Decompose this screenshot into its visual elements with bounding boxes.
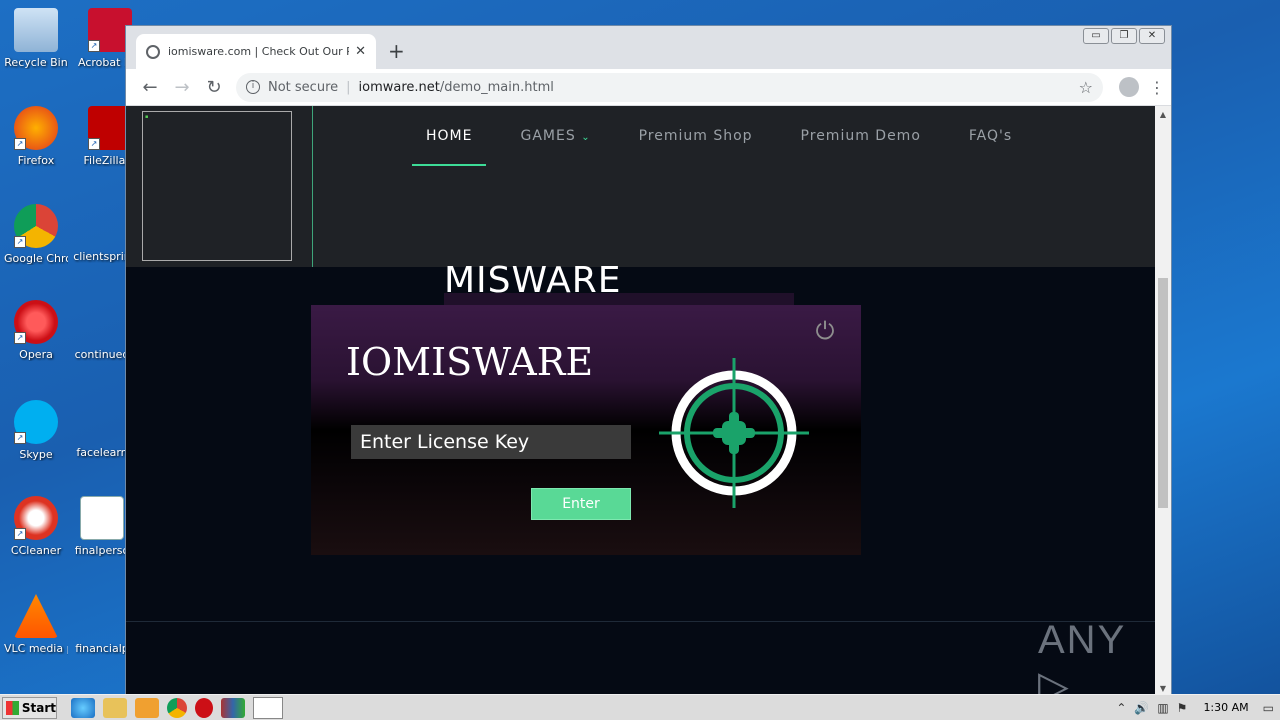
desktop-icon-label: Opera xyxy=(19,348,53,361)
recycle-bin-icon xyxy=(14,8,58,52)
menu-dots-icon[interactable]: ⋮ xyxy=(1149,78,1165,97)
vlc-icon xyxy=(14,594,58,638)
desktop-icon-recycle-bin[interactable]: Recycle Bin xyxy=(4,8,68,69)
url-host: iomware.net xyxy=(358,79,440,95)
site-logo-broken-image[interactable]: ▪ xyxy=(142,111,292,261)
desktop-icon-label: Google Chrome xyxy=(4,252,68,265)
chrome-icon: ↗ xyxy=(14,204,58,248)
info-icon[interactable]: i xyxy=(246,80,260,94)
scrollbar-thumb[interactable] xyxy=(1158,278,1168,508)
desktop-icon-label: CCleaner xyxy=(10,544,62,557)
desktop-icon-skype[interactable]: ↗ Skype xyxy=(4,400,68,461)
file-explorer-icon[interactable] xyxy=(103,697,127,718)
nav-faq[interactable]: FAQ's xyxy=(969,128,1012,144)
start-button[interactable]: Start xyxy=(2,696,57,719)
crosshair-icon xyxy=(659,358,809,508)
media-player-icon[interactable] xyxy=(135,697,159,718)
browser-window: iomisware.com | Check Out Our Ran ✕ + ▭ … xyxy=(125,25,1172,695)
nav-games-label: GAMES xyxy=(520,128,576,144)
restore-button[interactable]: ❐ xyxy=(1111,28,1137,44)
system-tray: ⌃ 🔊 ▥ ⚑ 1:30 AM ▭ xyxy=(1116,701,1280,715)
nav-games[interactable]: GAMES ⌄ xyxy=(520,128,590,144)
dialog-brand: IOMISWARE xyxy=(346,340,594,384)
desktop-icon-opera[interactable]: ↗ Opera xyxy=(4,300,68,361)
omnibox-separator: | xyxy=(346,79,351,95)
header-divider xyxy=(312,106,313,267)
close-tab-icon[interactable]: ✕ xyxy=(355,44,366,59)
opera-icon: ↗ xyxy=(14,300,58,344)
minimize-button[interactable]: ▭ xyxy=(1083,28,1109,44)
nav-premium-shop[interactable]: Premium Shop xyxy=(639,128,753,144)
ccleaner-icon: ↗ xyxy=(14,496,58,540)
tab-title: iomisware.com | Check Out Our Ran xyxy=(168,45,350,58)
globe-icon xyxy=(146,44,160,59)
windows-logo-icon xyxy=(6,700,19,715)
desktop-icon-ccleaner[interactable]: ↗ CCleaner xyxy=(4,496,68,557)
desktop-icon-vlc[interactable]: VLC media player xyxy=(4,594,68,655)
nav-home[interactable]: HOME xyxy=(411,128,488,166)
forward-arrow-icon[interactable]: → xyxy=(166,77,198,98)
desktop-icon-label: Recycle Bin xyxy=(4,56,68,69)
broken-image-icon: ▪ xyxy=(145,114,149,120)
power-icon[interactable]: ⏻ xyxy=(811,317,839,345)
desktop-icon-firefox[interactable]: ↗ Firefox xyxy=(4,106,68,167)
opera-taskbar-icon[interactable] xyxy=(195,697,213,718)
winrar-icon[interactable] xyxy=(221,697,245,718)
page-viewport: ▪ HOME GAMES ⌄ Premium Shop Premium Demo… xyxy=(126,106,1156,695)
browser-tab[interactable]: iomisware.com | Check Out Our Ran ✕ xyxy=(136,34,376,69)
taskbar: Start ⌃ 🔊 ▥ ⚑ 1:30 AM ▭ xyxy=(0,694,1280,720)
active-window-button[interactable] xyxy=(253,696,283,719)
anyrun-watermark: ANY ▷ RUN xyxy=(1038,618,1126,695)
desktop-icon-label: Firefox xyxy=(17,154,55,167)
page-scrollbar[interactable]: ▲ ▼ xyxy=(1155,106,1171,695)
volume-icon[interactable]: 🔊 xyxy=(1134,701,1149,715)
security-status: Not secure xyxy=(268,79,339,95)
address-bar[interactable]: i Not secure | iomware.net/demo_main.htm… xyxy=(236,72,1103,102)
site-nav: HOME GAMES ⌄ Premium Shop Premium Demo F… xyxy=(411,128,1060,166)
chevron-down-icon: ⌄ xyxy=(581,132,591,143)
new-tab-button[interactable]: + xyxy=(388,39,405,63)
desktop-icon-chrome[interactable]: ↗ Google Chrome xyxy=(4,204,68,265)
back-arrow-icon[interactable]: ← xyxy=(134,77,166,98)
site-header: ▪ HOME GAMES ⌄ Premium Shop Premium Demo… xyxy=(126,106,1156,267)
license-dialog: ⏻ IOMISWARE Enter xyxy=(311,305,861,555)
scroll-up-icon[interactable]: ▲ xyxy=(1155,110,1171,119)
firefox-icon: ↗ xyxy=(14,106,58,150)
desktop-icon-label: Skype xyxy=(19,448,53,461)
internet-explorer-icon[interactable] xyxy=(71,697,95,718)
network-icon[interactable]: ▥ xyxy=(1157,701,1168,715)
clock[interactable]: 1:30 AM xyxy=(1203,701,1248,714)
url-path: /demo_main.html xyxy=(439,79,554,95)
action-center-flag-icon[interactable]: ⚑ xyxy=(1177,701,1188,715)
show-desktop-icon[interactable]: ▭ xyxy=(1263,701,1274,715)
close-window-button[interactable]: ✕ xyxy=(1139,28,1165,44)
bookmark-star-icon[interactable]: ☆ xyxy=(1079,78,1093,97)
window-controls: ▭ ❐ ✕ xyxy=(1083,28,1165,44)
skype-icon: ↗ xyxy=(14,400,58,444)
scroll-down-icon[interactable]: ▼ xyxy=(1155,684,1171,693)
start-label: Start xyxy=(21,700,56,715)
word-document-icon xyxy=(80,496,124,540)
enter-button[interactable]: Enter xyxy=(531,488,631,520)
browser-toolbar: ← → ↻ i Not secure | iomware.net/demo_ma… xyxy=(126,69,1171,106)
nav-premium-demo[interactable]: Premium Demo xyxy=(801,128,921,144)
desktop-icon-label: VLC media player xyxy=(4,642,68,655)
reload-icon[interactable]: ↻ xyxy=(198,77,230,98)
footer-divider xyxy=(126,621,1156,622)
license-key-input[interactable] xyxy=(351,425,631,459)
profile-avatar-icon[interactable] xyxy=(1119,77,1139,97)
chrome-taskbar-icon[interactable] xyxy=(167,697,187,718)
tab-strip: iomisware.com | Check Out Our Ran ✕ + ▭ … xyxy=(126,26,1171,69)
show-hidden-icons-icon[interactable]: ⌃ xyxy=(1116,701,1126,715)
